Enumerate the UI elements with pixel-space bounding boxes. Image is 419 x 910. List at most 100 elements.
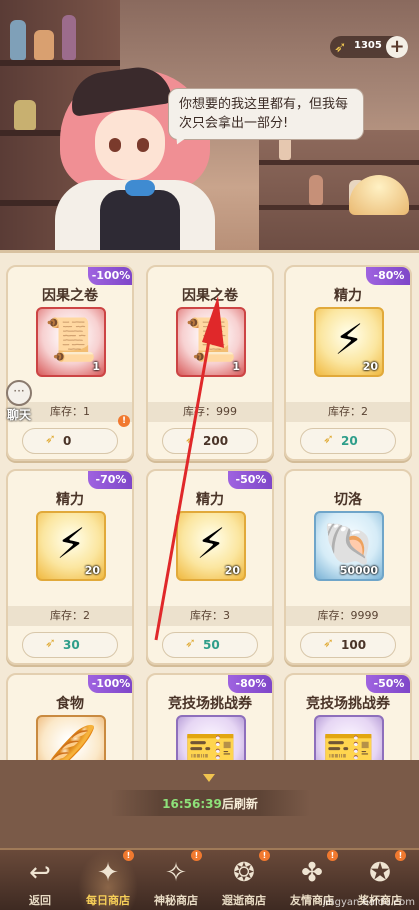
shop-item-card[interactable]: -50% 精力 ⚡ 20 库存：3 ➶ 50	[146, 469, 274, 665]
currency-counter: ➶ 1305 +	[330, 36, 408, 58]
nav-tab[interactable]: ✧ 神秘商店!	[146, 850, 206, 910]
nav-tab[interactable]: ✦ 每日商店!	[78, 850, 138, 910]
item-quantity: 20	[362, 360, 378, 373]
shop-item-card[interactable]: -70% 精力 ⚡ 20 库存：2 ➶ 30	[6, 469, 134, 665]
item-quantity: 1	[92, 360, 100, 373]
buy-button[interactable]: ➶ 100	[300, 632, 396, 658]
refresh-suffix: 后刷新	[221, 797, 258, 811]
lightning-icon: ⚡	[56, 519, 86, 568]
refresh-strip: 16:56:39后刷新	[0, 760, 419, 848]
currency-value: 1305	[354, 40, 382, 51]
feather-currency-icon: ➶	[185, 432, 196, 447]
discount-badge: -80%	[366, 267, 410, 285]
wander-shop-icon: ❂	[233, 858, 255, 888]
item-name: 竞技场挑战券	[168, 696, 252, 712]
item-price: 30	[63, 638, 80, 652]
item-icon-frame: 🎫	[176, 715, 246, 760]
refresh-countdown: 16:56:39	[162, 797, 222, 811]
nav-tab[interactable]: ↩ 返回	[10, 850, 70, 910]
feather-currency-icon: ➶	[323, 432, 334, 447]
nav-tab-label: 神秘商店	[154, 894, 198, 907]
buy-button[interactable]: ➶ 20	[300, 428, 396, 454]
notification-dot: !	[123, 850, 134, 861]
lightning-icon: ⚡	[196, 519, 226, 568]
chat-bubble-icon: ···	[6, 380, 32, 406]
speech-bubble: 你想要的我这里都有，但我每次只会拿出一部分!	[168, 88, 364, 140]
chat-button[interactable]: ··· 聊天	[2, 380, 36, 426]
notification-dot: !	[191, 850, 202, 861]
shop-item-card[interactable]: -80% 精力 ⚡ 20 库存：2 ➶ 20	[284, 265, 412, 461]
item-stock: 库存：9999	[286, 606, 410, 626]
item-quantity: 20	[224, 564, 240, 577]
nav-tab[interactable]: ❂ 遐逝商店!	[214, 850, 274, 910]
item-quantity: 50000	[339, 564, 378, 577]
shop-item-card[interactable]: -100% 食物 🥖	[6, 673, 134, 760]
buy-button[interactable]: ➶ 0	[22, 428, 118, 454]
item-price: 100	[341, 638, 367, 652]
item-icon-frame: 📜 1	[36, 307, 106, 377]
buy-button[interactable]: ➶ 200	[162, 428, 258, 454]
shop-item-card[interactable]: 因果之卷 📜 1 库存：999 ➶ 200	[146, 265, 274, 461]
trophy-shop-icon: ✪	[369, 858, 391, 888]
item-quantity: 1	[232, 360, 240, 373]
item-stock: 库存：999	[148, 402, 272, 422]
item-price: 200	[203, 434, 229, 448]
feather-currency-icon: ➶	[323, 636, 334, 651]
item-name: 切洛	[334, 492, 362, 508]
item-icon-frame: 📜 1	[176, 307, 246, 377]
item-name: 因果之卷	[182, 288, 238, 304]
add-currency-button[interactable]: +	[386, 36, 408, 58]
item-price: 20	[341, 434, 358, 448]
discount-badge: -100%	[88, 675, 132, 693]
item-name: 因果之卷	[42, 288, 98, 304]
item-name: 食物	[56, 696, 84, 712]
feather-currency-icon: ➶	[45, 636, 56, 651]
shop-keeper-scene: 你想要的我这里都有，但我每次只会拿出一部分! ➶ 1305 +	[0, 0, 419, 250]
ticket-icon: 🎫	[322, 723, 376, 760]
item-icon-frame: 🥖	[36, 715, 106, 760]
refresh-timer: 16:56:39后刷新	[110, 795, 310, 812]
mystery-shop-icon: ✧	[165, 858, 187, 888]
item-icon-frame: ⚡ 20	[36, 511, 106, 581]
notification-dot: !	[259, 850, 270, 861]
feather-currency-icon: ➶	[45, 432, 56, 447]
feather-currency-icon: ➶	[334, 38, 347, 56]
nav-tab-label: 每日商店	[86, 894, 130, 907]
shop-item-card[interactable]: -50% 竞技场挑战券 🎫	[284, 673, 412, 760]
shop-item-card[interactable]: 切洛 🐚 50000 库存：9999 ➶ 100	[284, 469, 412, 665]
food-icon: 🥖	[44, 723, 98, 760]
buy-button[interactable]: ➶ 30	[22, 632, 118, 658]
scroll-icon: 📜	[184, 315, 238, 364]
discount-badge: -100%	[88, 267, 132, 285]
ticket-icon: 🎫	[184, 723, 238, 760]
item-quantity: 20	[84, 564, 100, 577]
item-stock: 库存：2	[8, 606, 132, 626]
nav-tab-label: 遐逝商店	[222, 894, 266, 907]
lightning-icon: ⚡	[334, 315, 364, 364]
discount-badge: -70%	[88, 471, 132, 489]
nav-tab-label: 返回	[29, 894, 51, 907]
shop-item-grid: -100% 因果之卷 📜 1 库存：1 ➶ 0 ! 因果之卷 📜 1 库存：999 ➶ 20…	[0, 250, 419, 760]
notification-dot: !	[327, 850, 338, 861]
item-icon-frame: 🎫	[314, 715, 384, 760]
chat-label: 聊天	[6, 408, 31, 422]
scroll-icon: 📜	[44, 315, 98, 364]
item-stock: 库存：3	[148, 606, 272, 626]
item-name: 精力	[334, 288, 362, 304]
discount-badge: -50%	[228, 471, 272, 489]
back-arrow-icon: ↩	[29, 858, 51, 888]
down-triangle-icon	[203, 774, 215, 782]
notification-dot: !	[395, 850, 406, 861]
item-name: 竞技场挑战券	[306, 696, 390, 712]
shop-item-card[interactable]: -80% 竞技场挑战券 🎫	[146, 673, 274, 760]
feather-currency-icon: ➶	[185, 636, 196, 651]
shell-icon: 🐚	[322, 519, 376, 568]
item-price: 0	[63, 434, 72, 448]
shopkeeper-character	[40, 40, 230, 250]
shop-item-card[interactable]: -100% 因果之卷 📜 1 库存：1 ➶ 0 !	[6, 265, 134, 461]
item-icon-frame: ⚡ 20	[176, 511, 246, 581]
friendship-shop-icon: ✤	[301, 858, 323, 888]
buy-button[interactable]: ➶ 50	[162, 632, 258, 658]
discount-badge: -80%	[228, 675, 272, 693]
daily-shop-icon: ✦	[97, 858, 119, 888]
